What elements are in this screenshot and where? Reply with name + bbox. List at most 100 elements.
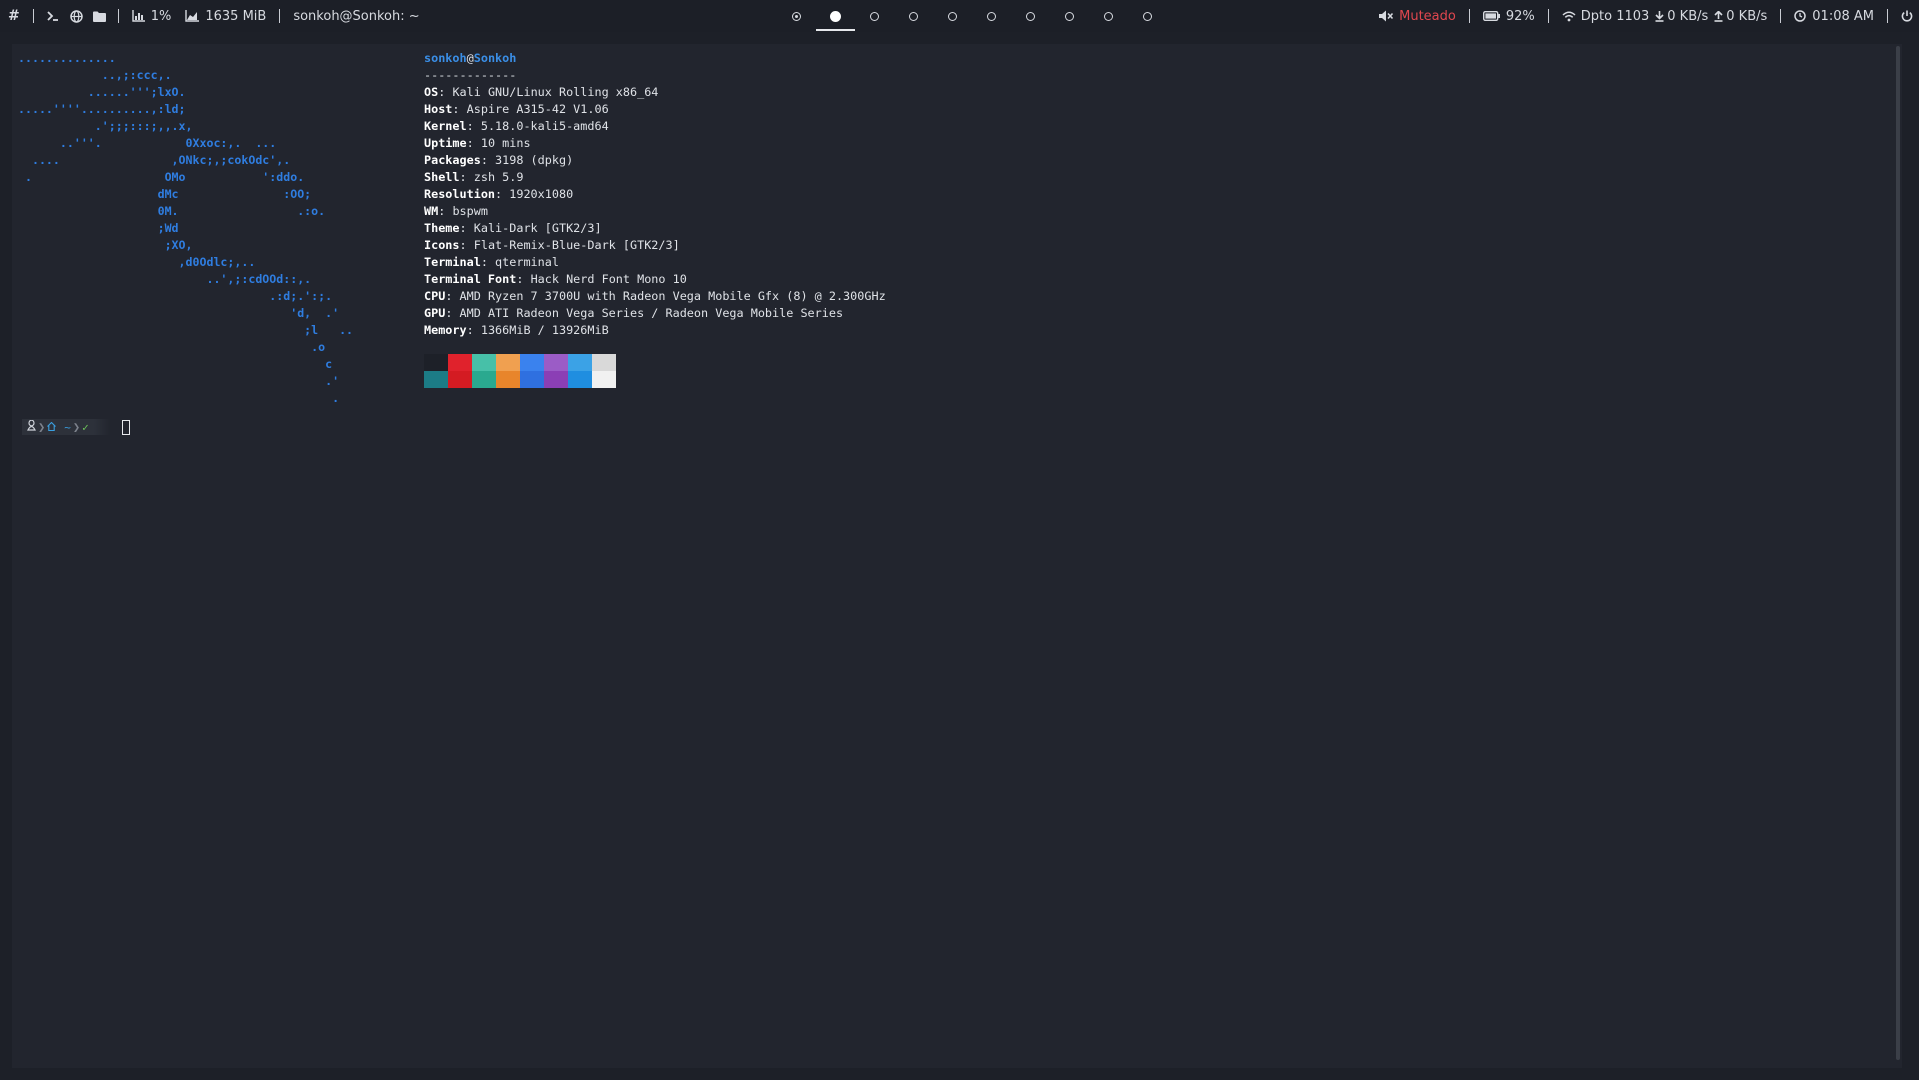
username: sonkoh	[424, 51, 467, 65]
battery-icon	[1482, 11, 1500, 21]
home-icon	[47, 421, 57, 434]
info-value: Kali-Dark [GTK2/3]	[473, 221, 602, 235]
logo-line: .	[18, 391, 340, 405]
logo-line: .... ,ONkc;,;cokOdc',.	[18, 153, 291, 167]
workspace-1[interactable]	[777, 0, 816, 32]
text-cursor[interactable]	[121, 419, 130, 435]
chevron-right-icon: ❯	[72, 420, 81, 434]
prompt-segment-os: ❯ ~ ❯ ✓	[22, 419, 94, 435]
workspace-empty-icon	[987, 11, 996, 21]
info-value: Flat-Remix-Blue-Dark [GTK2/3]	[473, 238, 680, 252]
info-value: AMD ATI Radeon Vega Series / Radeon Vega…	[459, 306, 844, 320]
file-manager-button[interactable]	[87, 0, 112, 32]
kali-ascii-logo: .............. ..,;:ccc,. ......''';lxO.…	[18, 50, 353, 407]
download-icon	[1655, 10, 1664, 22]
terminal-launcher-button[interactable]	[40, 0, 66, 32]
workspace-9[interactable]	[1089, 0, 1128, 32]
color-swatch	[448, 354, 472, 371]
info-key: Kernel	[424, 119, 467, 133]
color-swatch	[568, 371, 592, 388]
workspace-10[interactable]	[1128, 0, 1167, 32]
info-value: bspwm	[452, 204, 488, 218]
neofetch-info: sonkoh@Sonkoh ------------- OS: Kali GNU…	[424, 50, 886, 339]
info-line: Packages: 3198 (dpkg)	[424, 153, 574, 167]
terminal-scrollbar[interactable]	[1896, 46, 1900, 1060]
window-title: sonkoh@Sonkoh: ~	[293, 8, 420, 24]
logo-line: c	[18, 357, 333, 371]
info-value: Kali GNU/Linux Rolling x86_64	[452, 85, 659, 99]
browser-launcher-button[interactable]	[66, 0, 87, 32]
power-button[interactable]	[1894, 0, 1919, 32]
color-swatch	[448, 371, 472, 388]
color-swatch	[520, 354, 544, 371]
info-line: Resolution: 1920x1080	[424, 187, 574, 201]
linux-tux-icon	[27, 419, 36, 434]
bar-chart-icon	[132, 10, 145, 22]
info-line: WM: bspwm	[424, 204, 488, 218]
workspace-occupied-icon	[792, 11, 801, 21]
info-line: Terminal Font: Hack Nerd Font Mono 10	[424, 272, 687, 286]
color-swatch	[472, 371, 496, 388]
info-value: qterminal	[495, 255, 559, 269]
info-line: Icons: Flat-Remix-Blue-Dark [GTK2/3]	[424, 238, 680, 252]
ram-usage-value: 1635 MiB	[205, 8, 267, 24]
cpu-usage-value: 1%	[150, 8, 172, 24]
area-chart-icon	[185, 10, 200, 22]
info-line: Uptime: 10 mins	[424, 136, 531, 150]
shell-prompt: ❯ ~ ❯ ✓	[22, 418, 130, 436]
clock: 01:08 AM	[1787, 0, 1881, 32]
network-status[interactable]: Dpto 1103 0 KB/s 0 KB/s	[1555, 0, 1775, 32]
color-swatch	[592, 354, 616, 371]
workspace-3[interactable]	[855, 0, 894, 32]
color-swatch	[424, 371, 448, 388]
workspace-5[interactable]	[933, 0, 972, 32]
info-fields: OS: Kali GNU/Linux Rolling x86_64 Host: A…	[424, 84, 886, 339]
logo-line: .'	[18, 374, 340, 388]
info-value: zsh 5.9	[473, 170, 524, 184]
menu-hash-button[interactable]: #	[0, 0, 27, 32]
info-key: GPU	[424, 306, 446, 320]
info-value: 1920x1080	[509, 187, 574, 201]
globe-icon	[69, 9, 83, 23]
workspace-empty-icon	[1026, 11, 1035, 21]
info-value: 5.18.0-kali5-amd64	[480, 119, 609, 133]
workspace-empty-icon	[948, 11, 957, 21]
hostname: Sonkoh	[473, 51, 517, 65]
workspace-empty-icon	[1143, 11, 1152, 21]
top-bar-right: Muteado 92% Dpto 1103 0 KB/s 0 KB/s 01:0…	[1372, 0, 1919, 32]
separator	[117, 9, 119, 23]
logo-line: ..............	[18, 51, 116, 65]
download-rate: 0 KB/s	[1667, 8, 1709, 24]
info-line: Shell: zsh 5.9	[424, 170, 524, 184]
info-key: Memory	[424, 323, 467, 337]
terminal-window[interactable]: .............. ..,;:ccc,. ......''';lxO.…	[12, 44, 1902, 1068]
color-swatch	[472, 354, 496, 371]
volume-control[interactable]: Muteado	[1372, 0, 1463, 32]
upload-icon	[1714, 10, 1723, 22]
workspace-4[interactable]	[894, 0, 933, 32]
color-palette	[424, 354, 616, 388]
separator	[1468, 9, 1470, 23]
workspace-2[interactable]	[816, 0, 855, 32]
info-key: Uptime	[424, 136, 467, 150]
info-line: OS: Kali GNU/Linux Rolling x86_64	[424, 85, 659, 99]
logo-line: .:d;.':;.	[18, 289, 333, 303]
info-key: Terminal	[424, 255, 481, 269]
workspace-7[interactable]	[1011, 0, 1050, 32]
info-key: Host	[424, 102, 453, 116]
at-sign: @	[466, 51, 474, 65]
workspace-8[interactable]	[1050, 0, 1089, 32]
logo-line: .o	[18, 340, 326, 354]
wifi-icon	[1562, 11, 1576, 22]
logo-line: . OMo ':ddo.	[18, 170, 305, 184]
top-bar: # 1% 1635 MiB sonkoh@Sonkoh: ~ Muteado 9…	[0, 0, 1919, 32]
info-line: Host: Aspire A315-42 V1.06	[424, 102, 609, 116]
color-swatch	[544, 354, 568, 371]
info-value: 10 mins	[480, 136, 531, 150]
logo-line: ;l ..	[18, 323, 354, 337]
workspace-empty-icon	[909, 11, 918, 21]
workspace-6[interactable]	[972, 0, 1011, 32]
battery-status: 92%	[1476, 0, 1542, 32]
logo-line: 'd, .'	[18, 306, 340, 320]
ram-usage: 1635 MiB	[178, 0, 273, 32]
